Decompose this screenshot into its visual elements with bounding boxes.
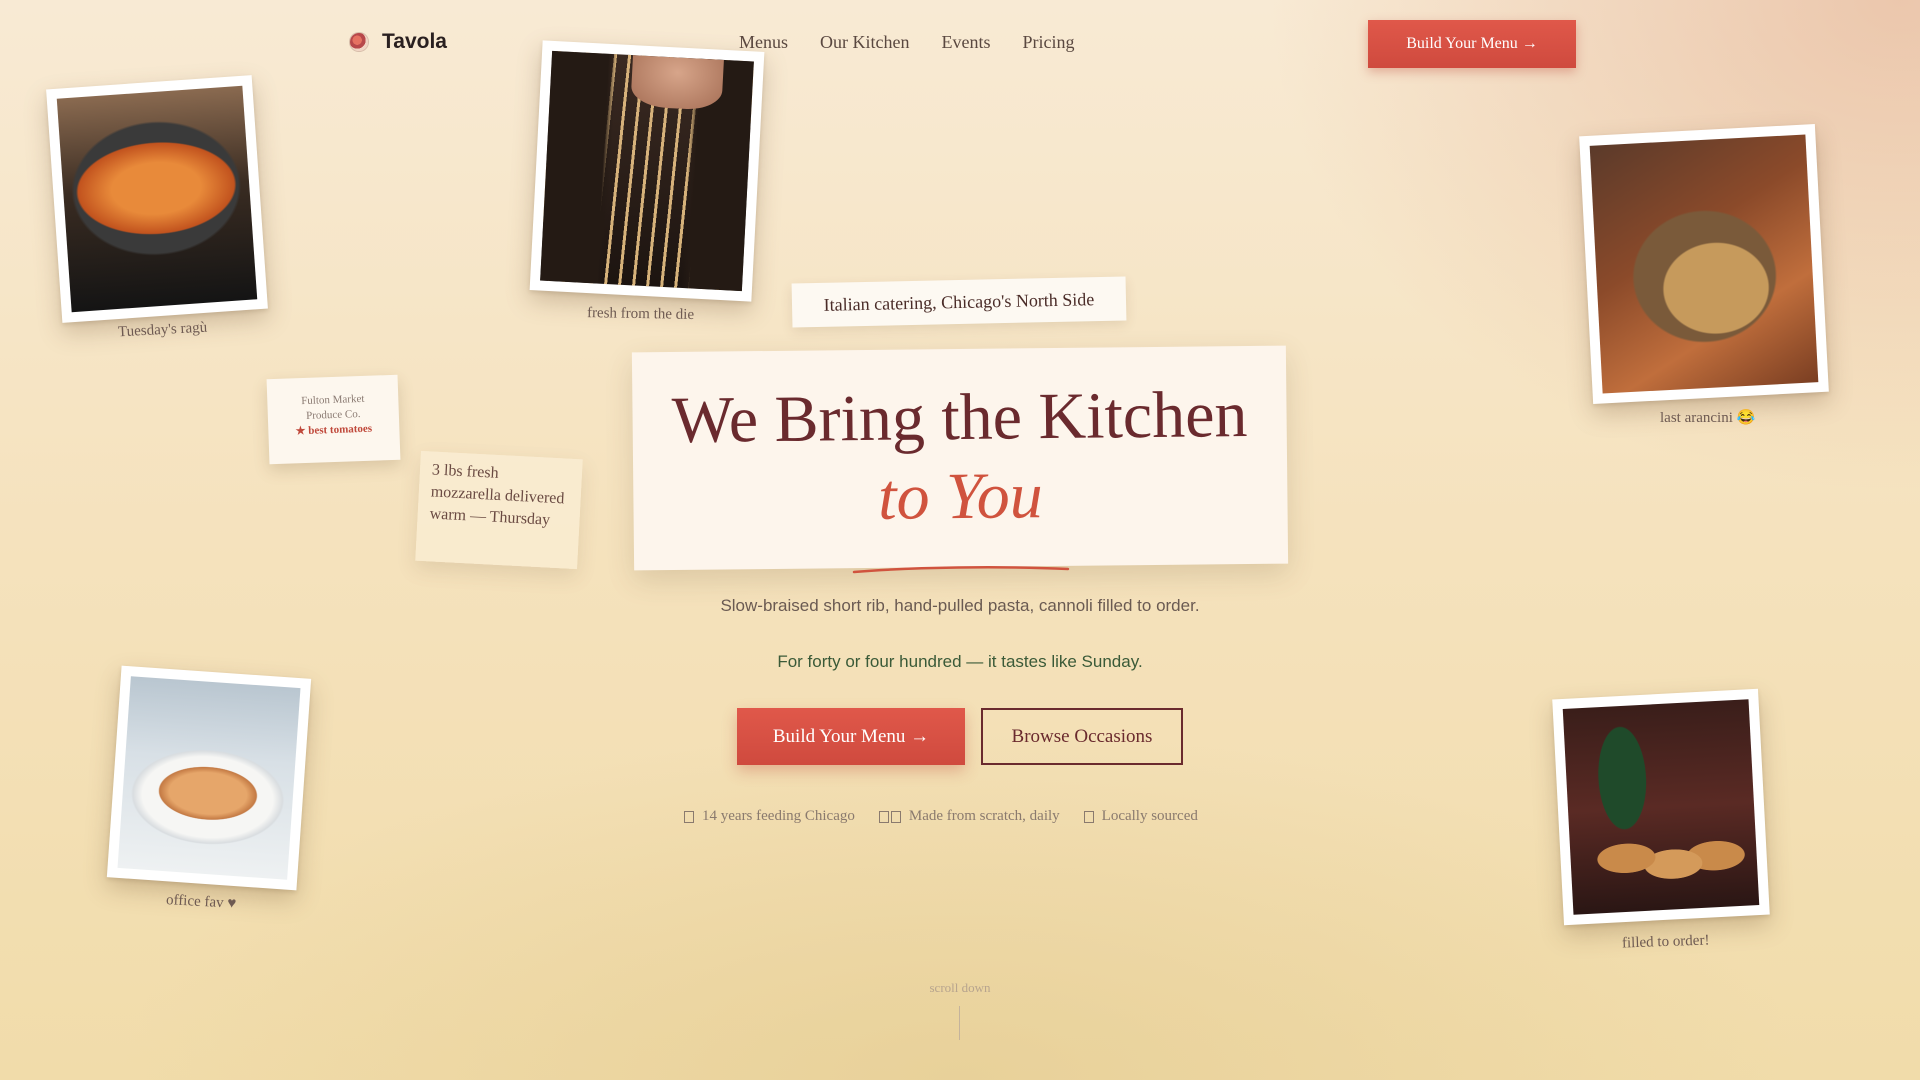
nav-link-pricing[interactable]: Pricing bbox=[1022, 32, 1074, 53]
hero-subtitle: Slow-braised short rib, hand-pulled past… bbox=[720, 596, 1200, 615]
pasta-image bbox=[540, 50, 754, 292]
build-menu-button[interactable]: Build Your Menu → bbox=[737, 708, 965, 765]
badge-scratch: Made from scratch, daily bbox=[878, 808, 1060, 825]
badge-box-icon bbox=[1083, 810, 1094, 823]
caption-ragu: Tuesday's ragù bbox=[117, 319, 208, 341]
hero-title-line-2: to You bbox=[877, 459, 1044, 534]
photo-cannoli bbox=[1552, 688, 1770, 926]
main-nav: Menus Our Kitchen Events Pricing bbox=[739, 32, 1074, 53]
ragu-pot-image bbox=[56, 85, 258, 313]
brand-name: Tavola bbox=[382, 30, 447, 53]
caption-lasagna: office fav ♥ bbox=[165, 892, 237, 912]
photo-ragu bbox=[46, 75, 268, 323]
badge-scratch-label: Made from scratch, daily bbox=[908, 808, 1060, 824]
hero-title-card: We Bring the Kitchen to You bbox=[631, 345, 1289, 571]
badge-box-icon bbox=[890, 810, 901, 823]
badge-box-icon bbox=[684, 810, 694, 823]
photo-lasagna bbox=[106, 665, 312, 891]
tomato-logo-icon bbox=[350, 33, 368, 51]
brand-logo[interactable]: Tavola bbox=[350, 30, 447, 54]
caption-cannoli: filled to order! bbox=[1621, 932, 1710, 952]
fulton-market-note: Fulton Market Produce Co. ★ best tomatoe… bbox=[266, 374, 401, 465]
nav-link-our-kitchen[interactable]: Our Kitchen bbox=[820, 32, 909, 53]
nav-build-menu-button[interactable]: Build Your Menu → bbox=[1368, 20, 1576, 68]
hero-title-line-1: We Bring the Kitchen bbox=[671, 377, 1248, 458]
trust-badges: 14 years feeding Chicago Made from scrat… bbox=[684, 808, 1198, 825]
scroll-indicator-line bbox=[959, 1006, 960, 1040]
hero-subtitle-2: For forty or four hundred — it tastes li… bbox=[777, 652, 1143, 671]
mozzarella-note: 3 lbs fresh mozzarella delivered warm — … bbox=[415, 450, 583, 570]
photo-arancini bbox=[1579, 124, 1829, 404]
cannoli-image bbox=[1562, 699, 1760, 915]
hero-tagline: Italian catering, Chicago's North Side bbox=[791, 276, 1127, 328]
badge-years: 14 years feeding Chicago bbox=[684, 808, 855, 825]
arancini-image bbox=[1589, 134, 1819, 394]
caption-arancini: last arancini 😂 bbox=[1660, 410, 1756, 426]
badge-local-label: Locally sourced bbox=[1101, 808, 1198, 824]
browse-occasions-button[interactable]: Browse Occasions bbox=[981, 708, 1183, 765]
badge-local: Locally sourced bbox=[1083, 808, 1198, 825]
caption-pasta: fresh from the die bbox=[586, 305, 695, 323]
nav-link-menus[interactable]: Menus bbox=[739, 32, 788, 53]
photo-pasta bbox=[529, 40, 765, 302]
badge-years-label: 14 years feeding Chicago bbox=[702, 808, 855, 824]
lasagna-image bbox=[117, 676, 301, 880]
title-underline-decoration bbox=[852, 566, 1070, 574]
badge-box-icon bbox=[878, 810, 889, 823]
scroll-hint: scroll down bbox=[929, 980, 991, 995]
fulton-line-3: ★ best tomatoes bbox=[295, 422, 373, 438]
nav-link-events[interactable]: Events bbox=[941, 32, 990, 53]
